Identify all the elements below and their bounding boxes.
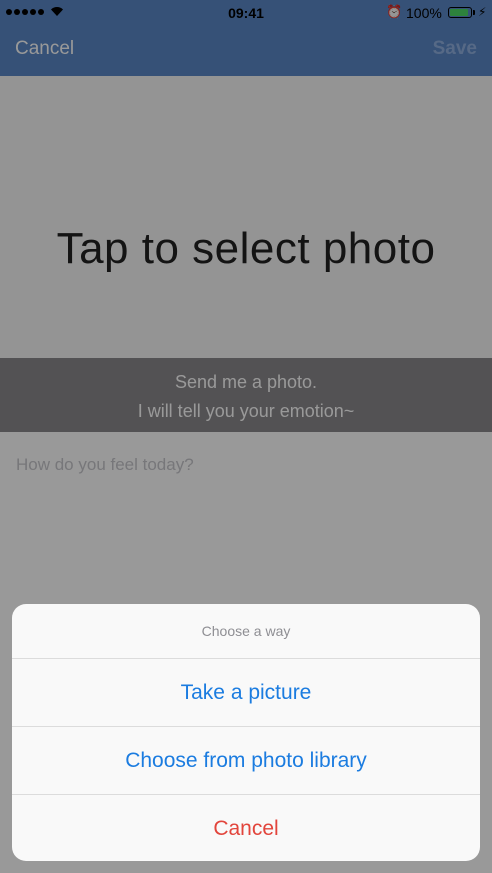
take-picture-button[interactable]: Take a picture (12, 659, 480, 727)
action-sheet-title: Choose a way (12, 604, 480, 659)
action-sheet: Choose a way Take a picture Choose from … (12, 604, 480, 861)
choose-from-library-button[interactable]: Choose from photo library (12, 727, 480, 795)
action-sheet-cancel-button[interactable]: Cancel (12, 795, 480, 861)
